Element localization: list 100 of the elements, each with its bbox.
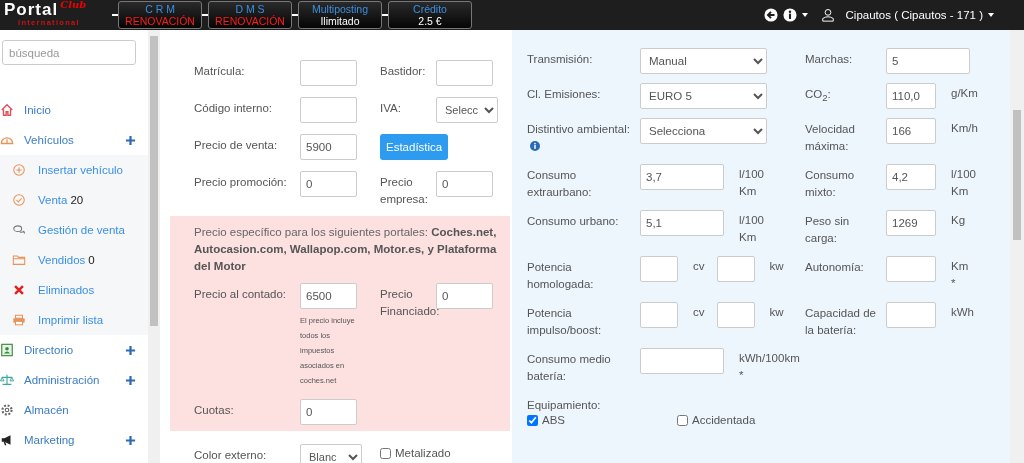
text-field[interactable] [716, 256, 755, 282]
checkbox-label: Accidentada [692, 414, 756, 426]
header-tile[interactable]: Crédito 2.5 € [388, 1, 472, 29]
text-field[interactable] [716, 302, 755, 328]
nav-item[interactable]: Directorio [0, 335, 148, 365]
unit-label: kw [769, 259, 784, 274]
text-field[interactable]: 1269 [886, 210, 936, 236]
text-field[interactable] [640, 256, 678, 282]
nav-item[interactable]: Inicio [0, 95, 148, 125]
home-icon [0, 103, 14, 117]
checkbox[interactable] [527, 414, 538, 426]
unit-label: Kg [951, 213, 966, 228]
header-tile[interactable]: D M S RENOVACIÓN [208, 1, 292, 29]
nav-item[interactable]: Vehículos [0, 125, 148, 155]
text-field[interactable] [300, 97, 357, 123]
back-icon[interactable] [763, 8, 778, 22]
field-label: CO$_{2}$: [805, 88, 831, 100]
text-field[interactable]: 166 [886, 118, 936, 144]
contact-card-icon [0, 343, 14, 357]
header-tile[interactable]: Multiposting Ilimitado [298, 1, 382, 29]
checkbox[interactable] [677, 414, 688, 426]
text-field[interactable] [436, 60, 493, 86]
field-label: Cuotas: [194, 403, 235, 418]
field-label: Matrícula: [194, 64, 246, 79]
settings-icon [0, 403, 14, 417]
field-label: Peso sin carga: [805, 215, 850, 244]
text-field[interactable]: 0 [300, 171, 357, 197]
text-field[interactable]: 5900 [300, 134, 357, 160]
text-field[interactable]: 4,2 [886, 164, 936, 190]
field-label: Potencia homologada: [527, 261, 594, 290]
header-tile[interactable]: C R M RENOVACIÓN [118, 1, 202, 29]
text-field[interactable]: 0 [300, 399, 357, 425]
text-field[interactable] [640, 348, 724, 374]
text-field[interactable]: 0 [436, 171, 493, 197]
tile-status: Ilimitado [320, 14, 360, 28]
unit-label: cv [693, 305, 705, 320]
section-label: Equipamiento: [527, 399, 602, 411]
tile-title: C R M [145, 2, 175, 15]
scrollbar[interactable] [148, 30, 160, 463]
unit-label: kWh [951, 305, 974, 320]
tile-title: D M S [235, 2, 265, 15]
field-label: Cl. Emisiones: [527, 88, 601, 100]
field-label: Código interno: [194, 101, 273, 116]
checkbox-label: Metalizado [395, 447, 451, 459]
text-field[interactable]: 110,0 [886, 83, 936, 109]
user-menu[interactable]: Cipautos ( Cipautos - 171 ) [845, 9, 983, 21]
field-label: Consumo extraurbano: [527, 169, 592, 198]
dropdown[interactable]: Blanc [300, 444, 362, 463]
tile-status: 2.5 € [418, 14, 442, 28]
field-label: Potencia impulso/boost: [527, 307, 602, 336]
megaphone-icon [0, 433, 14, 447]
field-label: Consumo medio batería: [527, 353, 611, 382]
field-label: Velocidad máxima: [805, 123, 855, 152]
info-icon[interactable] [782, 8, 797, 22]
text-field[interactable] [300, 60, 357, 86]
checkbox[interactable] [380, 447, 391, 459]
text-field[interactable]: 3,7 [640, 164, 724, 190]
dropdown[interactable]: Selecc [436, 97, 498, 123]
field-label: IVA: [380, 101, 402, 116]
field-label: Distintivo ambiental: [527, 123, 630, 135]
folder-icon [12, 253, 26, 267]
nav-item[interactable]: Vendidos 0 [0, 245, 148, 275]
printer-icon [12, 313, 26, 327]
note-text: Precio específico para los siguientes portales: Coches.net, Autocasion.com, Wallapop.com, Motor.es, y Plataforma del Motor [194, 225, 498, 274]
field-label: Consumo mixto: [805, 169, 855, 198]
nav-item[interactable]: Almacén [0, 395, 148, 425]
field-label: Autonomía: [805, 261, 864, 273]
text-field[interactable]: 6500 [300, 283, 357, 309]
tile-status: RENOVACIÓN [215, 14, 285, 28]
unit-label: kWh/100km * [739, 351, 800, 383]
plus-icon[interactable] [125, 374, 136, 386]
nav-item[interactable]: Venta 20 [0, 185, 148, 215]
unit-label: l/100 Km [739, 213, 764, 245]
field-label: Bastidor: [380, 64, 427, 79]
plus-icon[interactable] [125, 134, 136, 146]
field-label: Color externo: [194, 448, 268, 463]
text-field[interactable] [640, 302, 678, 328]
user-icon[interactable] [820, 8, 835, 22]
tile-status: RENOVACIÓN [125, 14, 195, 28]
tile-title: Crédito [413, 2, 447, 15]
caret-icon[interactable] [801, 13, 808, 17]
nav-item[interactable]: Administración [0, 365, 148, 395]
nav-item[interactable]: Marketing [0, 425, 148, 455]
cross-icon [12, 283, 26, 297]
plus-icon[interactable] [125, 434, 136, 446]
scrollbar[interactable] [1010, 30, 1024, 463]
dropdown[interactable]: Manual [640, 48, 767, 74]
caret-icon[interactable] [988, 13, 994, 17]
search-field[interactable]: búsqueda [2, 40, 136, 65]
check-circle-icon [12, 193, 26, 207]
text-field[interactable]: 0 [436, 283, 493, 309]
unit-label: Km * [951, 259, 969, 291]
text-field[interactable]: 5,1 [640, 210, 724, 236]
dropdown[interactable]: Selecciona [640, 118, 767, 144]
field-label: Precio de venta: [194, 138, 279, 153]
dropdown[interactable]: EURO 5 [640, 83, 767, 109]
text-field[interactable] [886, 256, 936, 282]
text-field[interactable]: 5 [886, 48, 970, 74]
plus-icon[interactable] [125, 344, 136, 356]
text-field[interactable] [886, 302, 936, 328]
